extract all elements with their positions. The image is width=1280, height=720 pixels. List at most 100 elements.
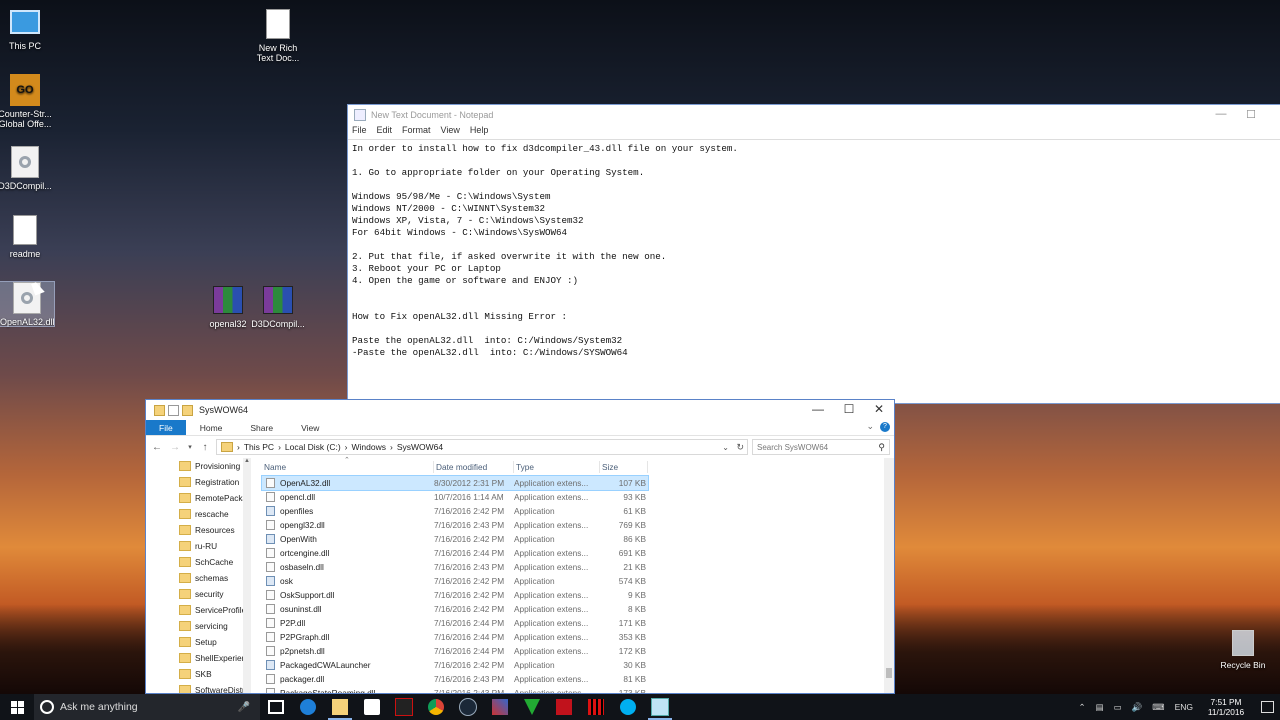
tree-item[interactable]: Resources: [146, 522, 251, 538]
close-button[interactable]: ✕: [864, 402, 894, 416]
breadcrumb-windows[interactable]: Windows: [352, 442, 386, 452]
desktop-icon-openal32-archive[interactable]: openal32: [201, 284, 255, 329]
tree-scrollbar[interactable]: ▲: [243, 458, 251, 693]
tree-item[interactable]: Provisioning: [146, 458, 251, 474]
desktop-icon-d3dcompiler-archive[interactable]: D3DCompil...: [251, 284, 305, 329]
action-center-icon[interactable]: [1254, 701, 1280, 713]
scroll-thumb[interactable]: [886, 668, 892, 678]
minimize-button[interactable]: —: [1206, 108, 1236, 120]
desktop-icon-csgo[interactable]: GO Counter-Str... Global Offe...: [0, 74, 52, 129]
taskbar-notepad[interactable]: [644, 694, 676, 720]
taskbar-skype[interactable]: [612, 694, 644, 720]
taskbar-steam[interactable]: [452, 694, 484, 720]
file-row[interactable]: opengl32.dll 7/16/2016 2:43 PM Application…: [262, 518, 884, 532]
address-bar[interactable]: › This PC › Local Disk (C:) › Windows › …: [216, 439, 748, 455]
tree-item[interactable]: Setup: [146, 634, 251, 650]
microphone-icon[interactable]: 🎤: [238, 702, 250, 713]
file-row[interactable]: ortcengine.dll 7/16/2016 2:44 PM Applicati…: [262, 546, 884, 560]
file-row[interactable]: osbaseln.dll 7/16/2016 2:43 PM Application…: [262, 560, 884, 574]
taskbar-app-bars[interactable]: [580, 694, 612, 720]
menu-edit[interactable]: Edit: [377, 125, 393, 139]
file-row[interactable]: OpenAL32.dll 8/30/2012 2:31 PM Application…: [261, 475, 649, 491]
desktop-icon-this-pc[interactable]: This PC: [0, 6, 52, 51]
keyboard-icon[interactable]: ⌨: [1152, 702, 1164, 713]
desktop-icon-openal32-dll[interactable]: OpenAL32.dll: [0, 281, 55, 327]
tab-file[interactable]: File: [146, 420, 186, 435]
tree-item[interactable]: ShellExperien: [146, 650, 251, 666]
taskbar-store[interactable]: [356, 694, 388, 720]
file-list-scrollbar[interactable]: [884, 458, 894, 693]
breadcrumb-syswow64[interactable]: SysWOW64: [397, 442, 443, 452]
tree-item[interactable]: RemotePacka: [146, 490, 251, 506]
menu-view[interactable]: View: [441, 125, 460, 139]
taskbar-netflix[interactable]: [388, 694, 420, 720]
file-row[interactable]: osk 7/16/2016 2:42 PM Application 574 KB: [262, 574, 884, 588]
file-row[interactable]: p2pnetsh.dll 7/16/2016 2:44 PM Application…: [262, 644, 884, 658]
column-date-modified[interactable]: Date modified: [434, 461, 514, 473]
menu-file[interactable]: File: [352, 125, 367, 139]
file-row[interactable]: opencl.dll 10/7/2016 1:14 AM Application e…: [262, 490, 884, 504]
maximize-button[interactable]: ☐: [834, 402, 864, 416]
help-icon[interactable]: ?: [880, 422, 890, 432]
tab-share[interactable]: Share: [236, 420, 287, 435]
tree-item[interactable]: Registration: [146, 474, 251, 490]
volume-icon[interactable]: 🔊: [1132, 702, 1143, 713]
taskbar-vegas[interactable]: [516, 694, 548, 720]
taskbar-file-explorer[interactable]: [324, 694, 356, 720]
tree-item[interactable]: SKB: [146, 666, 251, 682]
desktop-icon-new-rich-text[interactable]: New Rich Text Doc...: [251, 8, 305, 63]
new-folder-icon[interactable]: [182, 404, 193, 416]
tree-item[interactable]: rescache: [146, 506, 251, 522]
folder-icon[interactable]: [154, 404, 165, 416]
taskbar-chrome[interactable]: [420, 694, 452, 720]
breadcrumb-this-pc[interactable]: This PC: [244, 442, 274, 452]
column-type[interactable]: Type: [514, 461, 600, 473]
tree-item[interactable]: SoftwareDistr: [146, 682, 251, 693]
desktop-icon-recycle-bin[interactable]: Recycle Bin: [1218, 630, 1268, 670]
file-row[interactable]: OpenWith 7/16/2016 2:42 PM Application 86 K…: [262, 532, 884, 546]
menu-help[interactable]: Help: [470, 125, 489, 139]
tree-item[interactable]: servicing: [146, 618, 251, 634]
breadcrumb-local-disk[interactable]: Local Disk (C:): [285, 442, 341, 452]
tab-view[interactable]: View: [287, 420, 333, 435]
tree-item[interactable]: security: [146, 586, 251, 602]
taskbar-game[interactable]: [484, 694, 516, 720]
file-row[interactable]: packager.dll 7/16/2016 2:43 PM Application…: [262, 672, 884, 686]
network-icon[interactable]: ▤: [1096, 702, 1104, 713]
expand-ribbon-icon[interactable]: ⌄: [866, 421, 874, 432]
properties-icon[interactable]: [168, 404, 179, 416]
column-size[interactable]: Size: [600, 461, 648, 473]
up-button[interactable]: ↑: [198, 442, 212, 453]
task-view-button[interactable]: [260, 694, 292, 720]
tab-home[interactable]: Home: [186, 420, 237, 435]
tree-item[interactable]: ServiceProfile: [146, 602, 251, 618]
explorer-titlebar[interactable]: SysWOW64 — ☐ ✕: [146, 400, 894, 420]
file-row[interactable]: PackageStateRoaming.dll 7/16/2016 2:43 PM…: [262, 686, 884, 693]
notepad-text-area[interactable]: In order to install how to fix d3dcompil…: [348, 140, 1280, 362]
tree-item[interactable]: SchCache: [146, 554, 251, 570]
file-row[interactable]: P2PGraph.dll 7/16/2016 2:44 PM Application…: [262, 630, 884, 644]
menu-format[interactable]: Format: [402, 125, 431, 139]
taskbar-edge[interactable]: [292, 694, 324, 720]
file-row[interactable]: OskSupport.dll 7/16/2016 2:42 PM Applicati…: [262, 588, 884, 602]
refresh-icon[interactable]: ↻: [736, 442, 744, 453]
recent-locations-icon[interactable]: ▾: [186, 443, 194, 451]
minimize-button[interactable]: —: [803, 402, 833, 416]
clock[interactable]: 7:51 PM 11/1/2016: [1198, 697, 1254, 717]
back-button[interactable]: ←: [150, 442, 164, 453]
show-hidden-icons[interactable]: ⌃: [1079, 702, 1086, 713]
notepad-titlebar[interactable]: New Text Document - Notepad: [348, 105, 1280, 125]
desktop-icon-d3dcompiler[interactable]: D3DCompil...: [0, 146, 52, 191]
desktop-icon-readme[interactable]: readme: [0, 214, 52, 259]
file-row[interactable]: osuninst.dll 7/16/2016 2:42 PM Application…: [262, 602, 884, 616]
start-button[interactable]: [0, 694, 34, 720]
search-input[interactable]: Search SysWOW64 ⚲: [752, 439, 890, 455]
cortana-search-box[interactable]: Ask me anything 🎤: [34, 694, 260, 720]
chevron-down-icon[interactable]: ⌄: [722, 443, 729, 452]
notepad-window[interactable]: New Text Document - Notepad — ☐ File Edi…: [347, 104, 1280, 404]
battery-icon[interactable]: ▭: [1114, 702, 1122, 713]
file-explorer-window[interactable]: SysWOW64 — ☐ ✕ File Home Share View ⌄ ? …: [145, 399, 895, 694]
language-indicator[interactable]: ENG: [1175, 702, 1193, 712]
file-row[interactable]: openfiles 7/16/2016 2:42 PM Application 61 …: [262, 504, 884, 518]
tree-item[interactable]: schemas: [146, 570, 251, 586]
